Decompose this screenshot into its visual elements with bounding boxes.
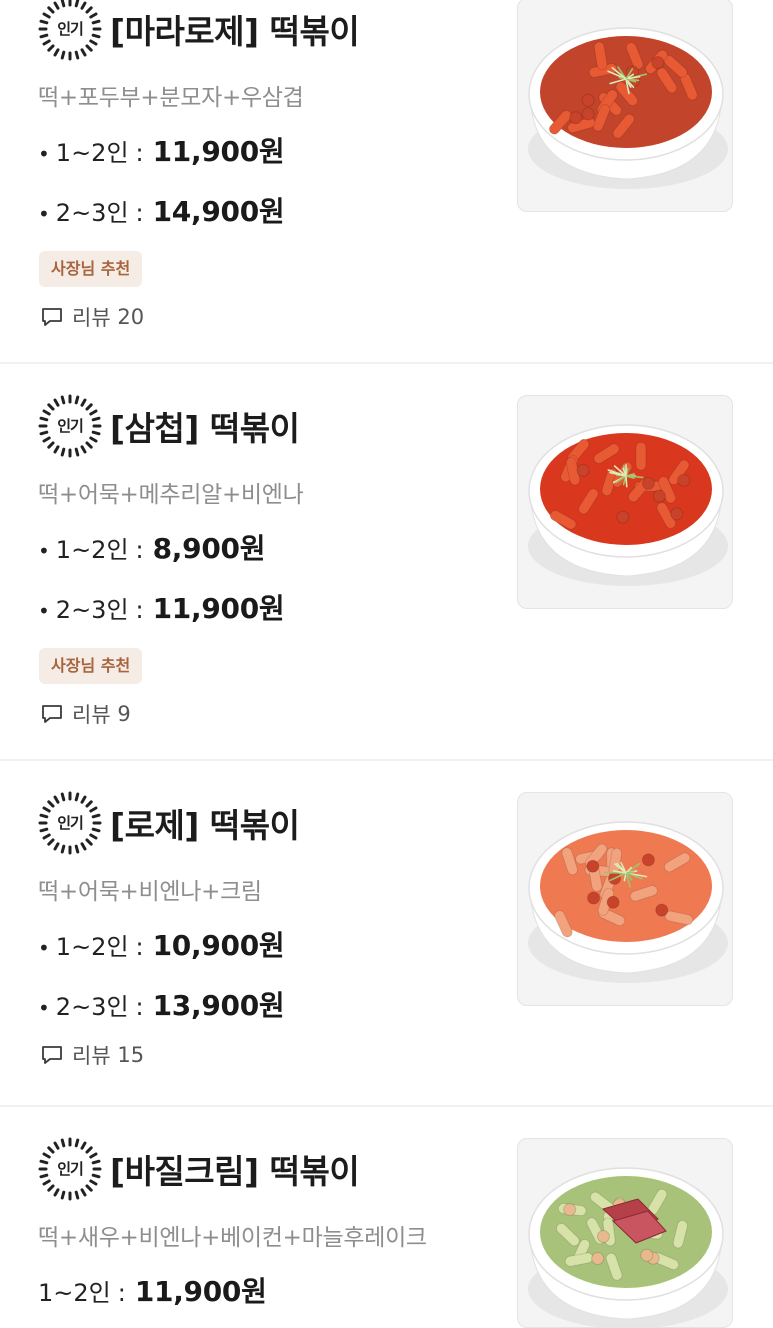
review-link[interactable]: 리뷰 15: [40, 1040, 144, 1070]
review-count: 9: [117, 702, 130, 726]
bullet: •: [38, 599, 50, 623]
menu-item-mala-rose[interactable]: 인기 [마라로제] 떡볶이 떡+포두부+분모자+우삼겹 • 1~2인 : 11,…: [0, 0, 773, 364]
menu-photo[interactable]: [517, 1138, 733, 1328]
popular-badge: 인기: [38, 1137, 102, 1201]
popular-badge: 인기: [38, 394, 102, 458]
price: 8,900원: [153, 527, 266, 567]
tteokbokki-bowl-image: [518, 793, 733, 1006]
tteokbokki-bowl-image: [518, 0, 733, 212]
price-line: • 1~2인 : 11,900원: [38, 130, 284, 170]
menu-description: 떡+어묵+메추리알+비엔나: [38, 475, 304, 509]
menu-name: [로제] 떡볶이: [110, 799, 299, 847]
bullet: •: [38, 996, 50, 1020]
colon: :: [136, 139, 144, 167]
popular-badge: 인기: [38, 791, 102, 855]
serving-size: 2~3인: [56, 987, 129, 1022]
serving-size: 1~2인: [56, 927, 129, 962]
popular-badge-label: 인기: [38, 791, 102, 855]
colon: :: [136, 199, 144, 227]
price: 10,900원: [153, 924, 285, 964]
serving-size: 2~3인: [56, 590, 129, 625]
price-line: • 2~3인 : 14,900원: [38, 190, 284, 230]
popular-badge-label: 인기: [38, 1137, 102, 1201]
price-line: 1~2인 : 11,900원: [38, 1270, 267, 1310]
menu-item-samcheop[interactable]: 인기 [삼첩] 떡볶이 떡+어묵+메추리알+비엔나 • 1~2인 : 8,900…: [0, 364, 773, 761]
menu-title-row: 인기 [로제] 떡볶이: [38, 791, 299, 855]
serving-size: 1~2인: [56, 530, 129, 565]
price-line: • 1~2인 : 10,900원: [38, 924, 284, 964]
tteokbokki-bowl-image: [518, 1139, 733, 1328]
owner-recommended-tag: 사장님 추천: [39, 648, 142, 684]
speech-bubble-icon: [40, 305, 64, 329]
price: 14,900원: [153, 190, 285, 230]
menu-title-row: 인기 [마라로제] 떡볶이: [38, 0, 359, 61]
bullet: •: [38, 142, 50, 166]
menu-description: 떡+포두부+분모자+우삼겹: [38, 78, 304, 112]
price-line: • 2~3인 : 11,900원: [38, 587, 284, 627]
popular-badge: 인기: [38, 0, 102, 61]
menu-name: [바질크림] 떡볶이: [110, 1145, 359, 1193]
colon: :: [136, 596, 144, 624]
owner-recommended-tag: 사장님 추천: [39, 251, 142, 287]
price: 11,900원: [153, 130, 285, 170]
serving-size: 1~2인: [56, 133, 129, 168]
colon: :: [118, 1279, 126, 1307]
price: 11,900원: [153, 587, 285, 627]
price: 13,900원: [153, 984, 285, 1024]
price: 11,900원: [135, 1270, 267, 1310]
price-line: • 1~2인 : 8,900원: [38, 527, 265, 567]
serving-size: 2~3인: [56, 193, 129, 228]
menu-photo[interactable]: [517, 0, 733, 212]
menu-item-basil-cream[interactable]: 인기 [바질크림] 떡볶이 떡+새우+비엔나+베이컨+마늘후레이크 1~2인 :…: [0, 1107, 773, 1319]
popular-badge-label: 인기: [38, 394, 102, 458]
review-link[interactable]: 리뷰 20: [40, 302, 144, 332]
bullet: •: [38, 202, 50, 226]
menu-title-row: 인기 [바질크림] 떡볶이: [38, 1137, 359, 1201]
popular-badge-label: 인기: [38, 0, 102, 61]
speech-bubble-icon: [40, 1043, 64, 1067]
menu-name: [삼첩] 떡볶이: [110, 402, 299, 450]
review-count: 15: [117, 1043, 144, 1067]
review-prefix: 리뷰: [72, 1040, 111, 1070]
menu-title-row: 인기 [삼첩] 떡볶이: [38, 394, 299, 458]
menu-description: 떡+새우+비엔나+베이컨+마늘후레이크: [38, 1218, 427, 1252]
menu-name: [마라로제] 떡볶이: [110, 5, 359, 53]
menu-item-rose[interactable]: 인기 [로제] 떡볶이 떡+어묵+비엔나+크림 • 1~2인 : 10,900원…: [0, 761, 773, 1107]
review-prefix: 리뷰: [72, 302, 111, 332]
bullet: •: [38, 936, 50, 960]
review-prefix: 리뷰: [72, 699, 111, 729]
menu-photo[interactable]: [517, 395, 733, 609]
speech-bubble-icon: [40, 702, 64, 726]
serving-size: 1~2인: [38, 1273, 111, 1308]
tteokbokki-bowl-image: [518, 396, 733, 609]
menu-description: 떡+어묵+비엔나+크림: [38, 872, 262, 906]
review-link[interactable]: 리뷰 9: [40, 699, 131, 729]
review-count: 20: [117, 305, 144, 329]
colon: :: [136, 536, 144, 564]
colon: :: [136, 933, 144, 961]
bullet: •: [38, 539, 50, 563]
price-line: • 2~3인 : 13,900원: [38, 984, 284, 1024]
menu-list: 인기 [마라로제] 떡볶이 떡+포두부+분모자+우삼겹 • 1~2인 : 11,…: [0, 0, 773, 1319]
menu-photo[interactable]: [517, 792, 733, 1006]
colon: :: [136, 993, 144, 1021]
